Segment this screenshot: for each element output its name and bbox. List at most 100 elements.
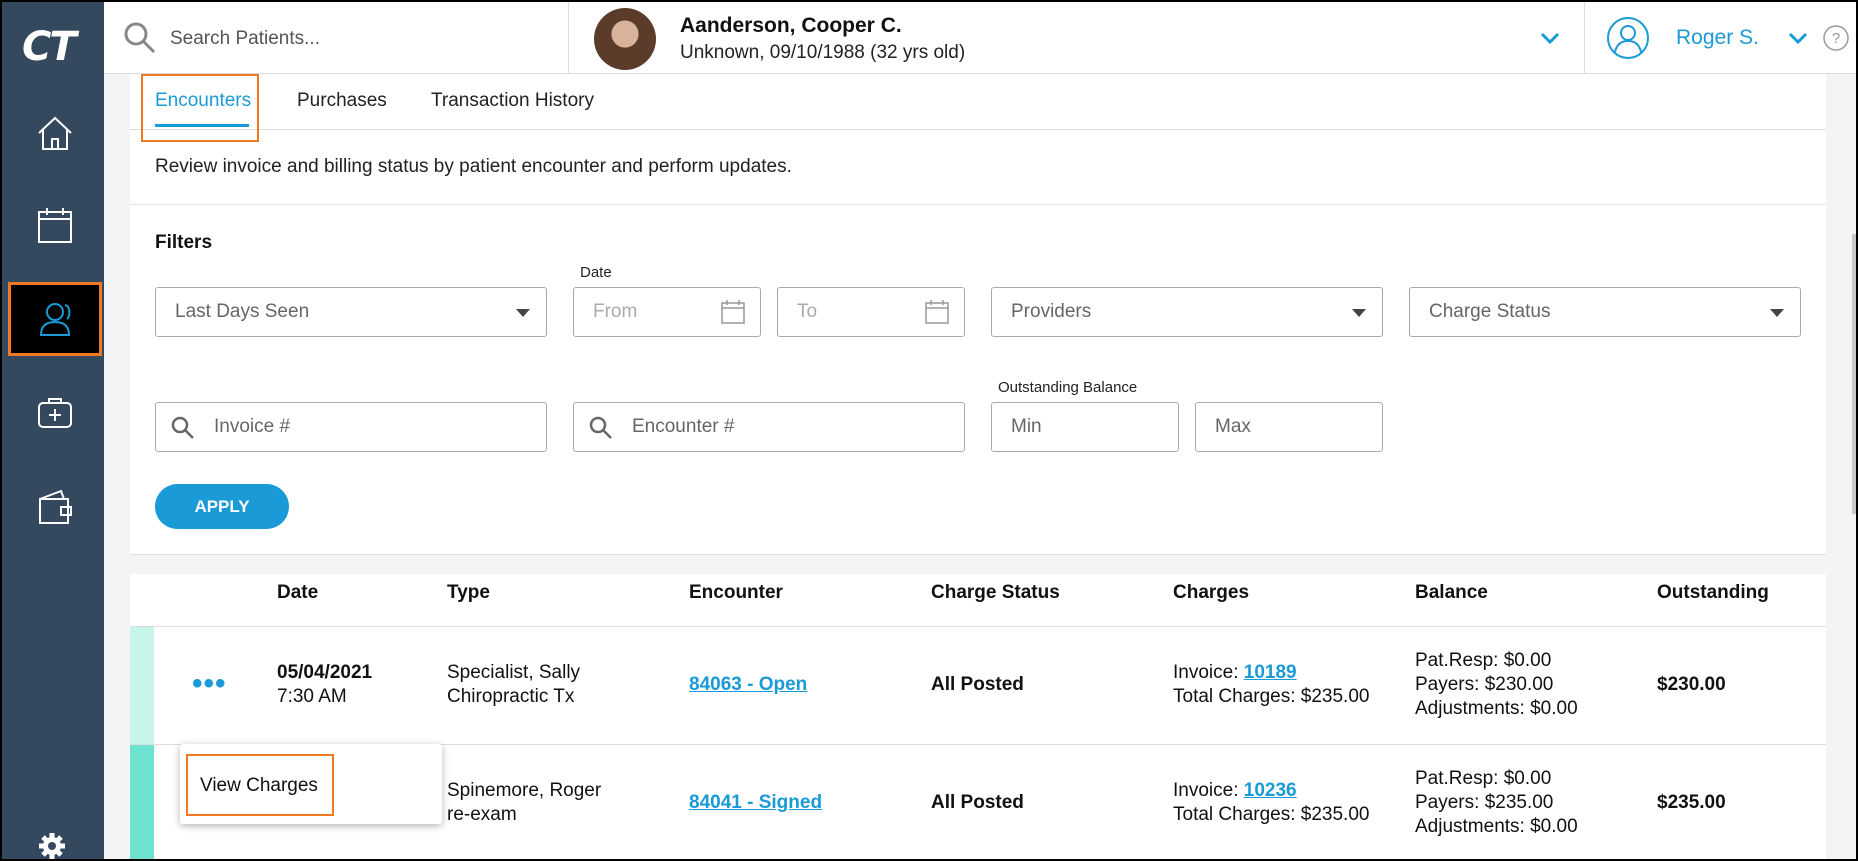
sidebar-item-patients[interactable] (8, 282, 102, 356)
payers-amount: Payers: $230.00 (1415, 674, 1554, 695)
last-days-seen-value: Last Days Seen (175, 301, 310, 322)
invoice-link[interactable]: 10236 (1244, 780, 1297, 801)
caret-down-icon (1770, 309, 1784, 317)
date-cell: 05/04/2021 7:30 AM (277, 661, 372, 709)
column-header-charge-status: Charge Status (931, 582, 1060, 603)
encounter-link[interactable]: 84041 - Signed (689, 792, 822, 813)
encounter-date: 05/04/2021 (277, 662, 373, 683)
column-header-outstanding: Outstanding (1657, 582, 1769, 603)
encounter-link[interactable]: 84063 - Open (689, 674, 807, 695)
column-header-type: Type (447, 582, 490, 603)
total-charges: Total Charges: $235.00 (1173, 686, 1370, 707)
active-tab-underline (155, 124, 249, 127)
table-row: ••• 05/04/2021 7:30 AM Specialist, Sally… (130, 626, 1826, 745)
max-placeholder: Max (1215, 416, 1251, 437)
invoice-label: Invoice: (1173, 780, 1244, 801)
chevron-down-icon[interactable] (1784, 24, 1812, 52)
tab-bar: Encounters Purchases Transaction History (130, 74, 1826, 142)
search-icon (589, 416, 612, 439)
type-visit: Chiropractic Tx (447, 686, 575, 707)
balance-max-field[interactable]: Max (1195, 402, 1383, 452)
balance-min-field[interactable]: Min (991, 402, 1179, 452)
patient-info: Unknown, 09/10/1988 (32 yrs old) (680, 42, 966, 63)
caret-down-icon (1352, 309, 1366, 317)
type-provider: Spinemore, Roger (447, 780, 602, 801)
column-header-charges: Charges (1173, 582, 1250, 603)
header-divider (1584, 2, 1585, 74)
min-placeholder: Min (1011, 416, 1042, 437)
view-charges-menu-item[interactable]: View Charges (186, 754, 334, 816)
charge-status-cell: All Posted (931, 674, 1024, 695)
date-from-field[interactable]: From (573, 287, 761, 337)
tab-purchases[interactable]: Purchases (297, 90, 387, 112)
medical-kit-icon (38, 398, 72, 428)
chevron-down-icon[interactable] (1536, 24, 1564, 52)
help-icon[interactable]: ? (1822, 24, 1850, 52)
charge-status-select[interactable]: Charge Status (1409, 287, 1801, 337)
encounter-cell: 84063 - Open (689, 673, 807, 697)
calendar-icon[interactable] (924, 299, 950, 325)
tab-encounters[interactable]: Encounters (155, 90, 251, 112)
apply-button[interactable]: APPLY (155, 484, 289, 529)
date-label: Date (580, 264, 612, 281)
sidebar: CT (2, 2, 104, 861)
scrollbar[interactable] (1852, 234, 1856, 514)
search-icon (171, 416, 194, 439)
svg-text:?: ? (1832, 30, 1840, 47)
app-window: CT Aanderson, Cooper C. Unknown, 09/10/1… (0, 0, 1858, 861)
invoice-label: Invoice: (1173, 662, 1244, 683)
balance-cell: Pat.Resp: $0.00 Payers: $235.00 Adjustme… (1415, 767, 1578, 839)
patient-responsibility: Pat.Resp: $0.00 (1415, 768, 1552, 789)
calendar-icon[interactable] (720, 299, 746, 325)
type-cell: Spinemore, Roger re-exam (447, 779, 601, 827)
column-header-encounter: Encounter (689, 582, 783, 603)
wallet-icon (39, 489, 72, 524)
payers-amount: Payers: $235.00 (1415, 792, 1554, 813)
last-days-seen-select[interactable]: Last Days Seen (155, 287, 547, 337)
row-status-stripe (130, 627, 154, 745)
outstanding-cell: $235.00 (1657, 792, 1726, 813)
providers-select[interactable]: Providers (991, 287, 1383, 337)
type-provider: Specialist, Sally (447, 662, 581, 683)
patient-search (104, 2, 569, 74)
tab-transaction-history[interactable]: Transaction History (431, 90, 594, 112)
date-to-field[interactable]: To (777, 287, 965, 337)
app-logo: CT (22, 24, 77, 70)
charge-status-value: Charge Status (1429, 301, 1551, 322)
gear-icon[interactable] (36, 830, 68, 861)
page-description: Review invoice and billing status by pat… (155, 156, 792, 177)
divider (130, 204, 1826, 205)
sidebar-item-calendar[interactable] (8, 188, 102, 262)
encounter-time: 7:30 AM (277, 686, 347, 707)
row-actions-menu-icon[interactable]: ••• (192, 667, 227, 701)
divider (130, 554, 1826, 555)
encounter-cell: 84041 - Signed (689, 791, 822, 815)
column-header-date: Date (277, 582, 319, 603)
charge-status-cell: All Posted (931, 792, 1024, 813)
home-icon (38, 116, 72, 150)
encounter-placeholder: Encounter # (632, 416, 735, 437)
invoice-search-field[interactable]: Invoice # (155, 402, 547, 452)
adjustments-amount: Adjustments: $0.00 (1415, 698, 1578, 719)
sidebar-item-wallet[interactable] (8, 470, 102, 544)
date-from-placeholder: From (593, 301, 638, 322)
row-actions-popup: View Charges (180, 744, 442, 824)
caret-down-icon (516, 309, 530, 317)
search-icon (124, 22, 156, 54)
sidebar-item-home[interactable] (8, 96, 102, 170)
providers-value: Providers (1011, 301, 1092, 322)
patient-responsibility: Pat.Resp: $0.00 (1415, 650, 1552, 671)
adjustments-amount: Adjustments: $0.00 (1415, 816, 1578, 837)
type-cell: Specialist, Sally Chiropractic Tx (447, 661, 580, 709)
type-visit: re-exam (447, 804, 517, 825)
user-avatar-icon[interactable] (1606, 16, 1650, 60)
outstanding-balance-label: Outstanding Balance (998, 379, 1138, 396)
encounter-search-field[interactable]: Encounter # (573, 402, 965, 452)
total-charges: Total Charges: $235.00 (1173, 804, 1370, 825)
search-patients-input[interactable] (170, 24, 550, 54)
invoice-link[interactable]: 10189 (1244, 662, 1297, 683)
sidebar-item-medical[interactable] (8, 376, 102, 450)
user-name[interactable]: Roger S. (1676, 26, 1759, 50)
balance-cell: Pat.Resp: $0.00 Payers: $230.00 Adjustme… (1415, 649, 1578, 721)
filters-title: Filters (155, 232, 213, 253)
